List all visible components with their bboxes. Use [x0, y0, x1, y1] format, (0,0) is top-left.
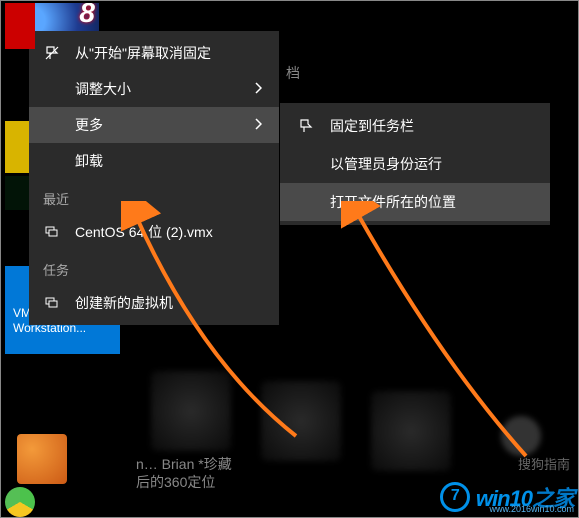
bg-text: 搜狗指南: [518, 454, 570, 473]
submenu-run-as-admin[interactable]: 以管理员身份运行: [280, 145, 550, 183]
menu-label: 固定到任务栏: [330, 116, 532, 136]
blank-icon: [296, 155, 314, 173]
vmx-file-icon: [43, 223, 61, 241]
bg-text: 后的360定位: [136, 472, 215, 492]
chevron-right-icon: [251, 117, 265, 133]
unpin-icon: [43, 44, 61, 62]
bg-text: n… Brian *珍藏: [136, 454, 232, 474]
menu-label: CentOS 64 位 (2).vmx: [75, 222, 265, 242]
tile-number: 8: [79, 3, 95, 29]
menu-label: 调整大小: [75, 79, 237, 99]
blurred-tile: [371, 391, 451, 471]
blank-icon: [296, 193, 314, 211]
menu-label: 从"开始"屏幕取消固定: [75, 43, 265, 63]
menu-label: 更多: [75, 115, 237, 135]
submenu-more: 固定到任务栏 以管理员身份运行 打开文件所在的位置: [280, 103, 550, 225]
menu-uninstall[interactable]: 卸载: [29, 143, 279, 179]
blank-icon: [43, 116, 61, 134]
menu-recent-item[interactable]: CentOS 64 位 (2).vmx: [29, 214, 279, 250]
menu-label: 打开文件所在的位置: [330, 192, 532, 212]
watermark-logo-icon: [440, 482, 470, 512]
submenu-open-file-location[interactable]: 打开文件所在的位置: [280, 183, 550, 221]
blurred-circle: [501, 416, 541, 456]
bg-text: 档: [286, 63, 300, 83]
submenu-pin-taskbar[interactable]: 固定到任务栏: [280, 107, 550, 145]
blurred-tile: [151, 371, 231, 451]
tile-360[interactable]: [5, 487, 35, 517]
watermark-url: www.2016win10.com: [489, 504, 574, 514]
menu-unpin-from-start[interactable]: 从"开始"屏幕取消固定: [29, 35, 279, 71]
blank-icon: [43, 152, 61, 170]
chevron-right-icon: [251, 81, 265, 97]
create-vm-icon: [43, 294, 61, 312]
menu-task-create-vm[interactable]: 创建新的虚拟机: [29, 285, 279, 321]
blank-icon: [43, 80, 61, 98]
tile-matlab[interactable]: [17, 434, 67, 484]
context-menu: 从"开始"屏幕取消固定 调整大小 更多 卸载 最近 CentOS 64 位 (2…: [29, 31, 279, 325]
menu-label: 创建新的虚拟机: [75, 293, 265, 313]
section-recent: 最近: [29, 179, 279, 214]
blurred-tile: [261, 381, 341, 461]
menu-label: 卸载: [75, 151, 265, 171]
pin-taskbar-icon: [296, 117, 314, 135]
watermark: win10之家 www.2016win10.com: [440, 481, 574, 513]
menu-more[interactable]: 更多: [29, 107, 279, 143]
section-tasks: 任务: [29, 250, 279, 285]
menu-label: 以管理员身份运行: [330, 154, 532, 174]
menu-resize[interactable]: 调整大小: [29, 71, 279, 107]
